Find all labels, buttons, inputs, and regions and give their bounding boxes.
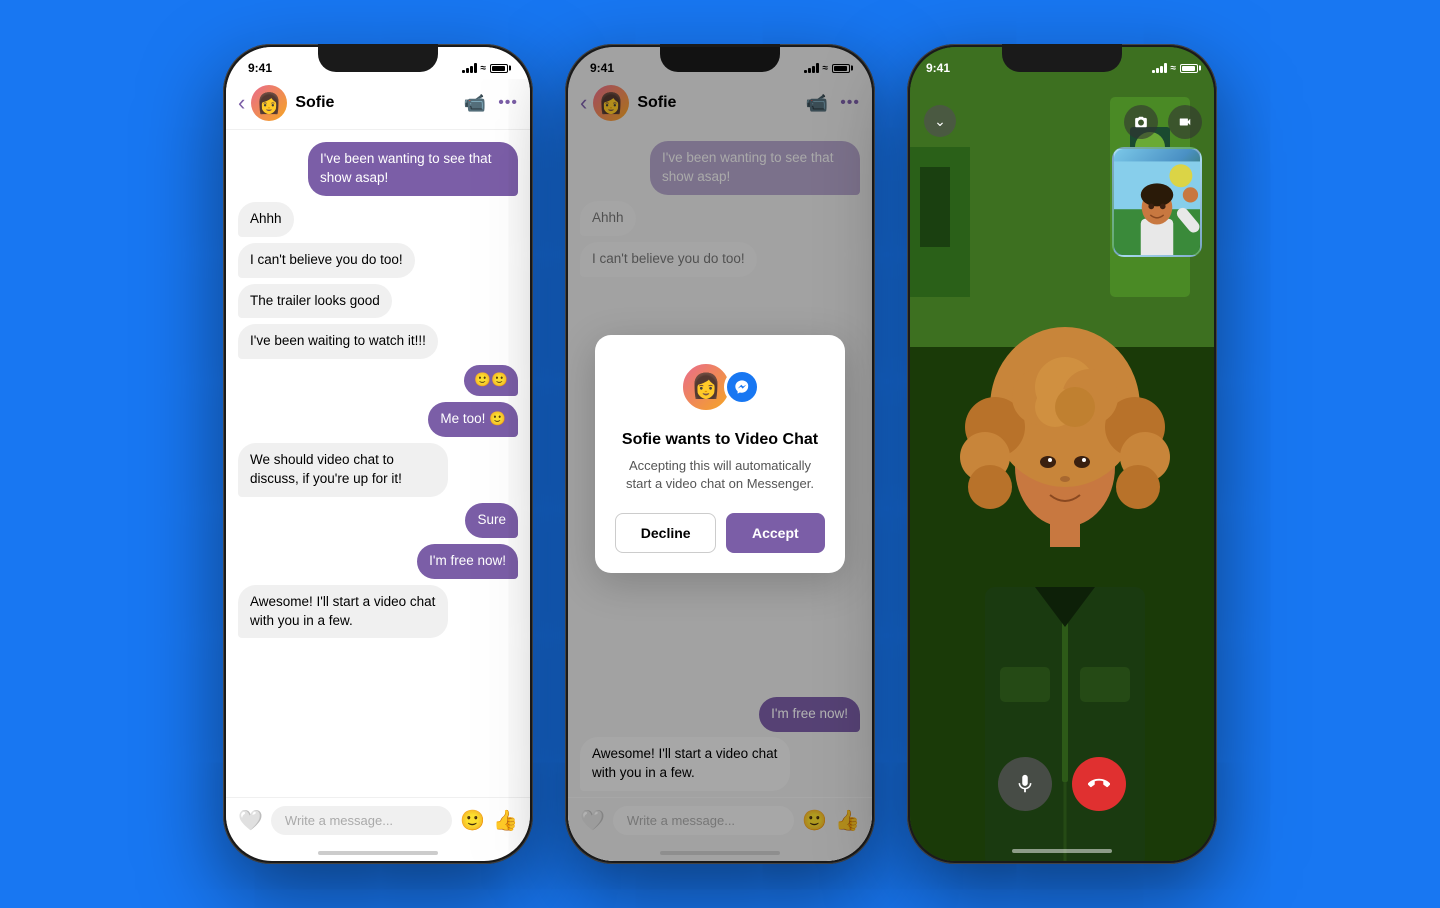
pip-person [1114, 149, 1200, 255]
contact-name-1: Sofie [295, 94, 463, 112]
msg-recv-3: The trailer looks good [238, 284, 392, 319]
mute-button[interactable] [998, 757, 1052, 811]
decline-button[interactable]: Decline [615, 513, 716, 553]
msg-sent-2: 🙂🙂 [464, 365, 518, 396]
video-button-call[interactable] [1168, 105, 1202, 139]
msg-sent-3: Me too! 🙂 [428, 402, 518, 437]
video-call-button-1[interactable]: 📹 [464, 93, 486, 114]
top-right-call-icons [1124, 105, 1202, 139]
status-icons-1: ≈ [462, 63, 509, 74]
msg-recv-2: I can't believe you do too! [238, 243, 415, 278]
battery-icon-3 [1180, 64, 1198, 73]
accept-button[interactable]: Accept [726, 513, 825, 553]
avatar-1: 👩 [251, 85, 287, 121]
time-1: 9:41 [248, 61, 272, 75]
msg-recv-1: Ahhh [238, 202, 294, 237]
modal-buttons: Decline Accept [615, 513, 824, 553]
phone-3: 9:41 ≈ ⌄ [907, 44, 1217, 864]
modal-title: Sofie wants to Video Chat [615, 431, 824, 449]
messenger-icon [724, 369, 760, 405]
message-input-1[interactable]: Write a message... [271, 806, 452, 835]
modal-overlay: 👩 Sofie wants to Video Chat Accepting th… [568, 47, 872, 861]
chat-header-1: ‹ 👩 Sofie 📹 ••• [226, 79, 530, 130]
messages-1: I've been wanting to see that show asap!… [226, 130, 530, 797]
modal-description: Accepting this will automatically start … [615, 457, 824, 493]
msg-sent-1: I've been wanting to see that show asap! [308, 142, 518, 196]
minimize-call-button[interactable]: ⌄ [924, 105, 956, 137]
end-call-button[interactable] [1072, 757, 1126, 811]
notch-1 [318, 44, 438, 72]
pip-window[interactable] [1112, 147, 1202, 257]
call-controls [910, 757, 1214, 811]
back-button-1[interactable]: ‹ [238, 90, 245, 116]
phone-1: 9:41 ≈ ‹ 👩 Sofie 📹 [223, 44, 533, 864]
emoji-icon-1[interactable]: 🙂 [460, 808, 485, 833]
phone-2: 9:41 ≈ ‹ 👩 Sofie 📹 [565, 44, 875, 864]
home-indicator-3 [1012, 849, 1112, 853]
time-3: 9:41 [926, 61, 950, 75]
more-options-button-1[interactable]: ••• [498, 94, 518, 112]
msg-recv-4: I've been waiting to watch it!!! [238, 324, 438, 359]
msg-recv-5: We should video chat to discuss, if you'… [238, 443, 448, 497]
like-icon-1[interactable]: 👍 [493, 808, 518, 833]
wifi-icon-3: ≈ [1171, 63, 1177, 74]
flip-camera-button[interactable] [1124, 105, 1158, 139]
msg-sent-4: Sure [465, 503, 518, 538]
msg-recv-6: Awesome! I'll start a video chat with yo… [238, 585, 448, 639]
video-chat-modal: 👩 Sofie wants to Video Chat Accepting th… [595, 335, 844, 573]
modal-avatars: 👩 [615, 359, 824, 415]
battery-icon-1 [490, 64, 508, 73]
status-bar-3: 9:41 ≈ [910, 47, 1214, 83]
header-icons-1: 📹 ••• [464, 93, 518, 114]
heart-icon-1[interactable]: 🤍 [238, 808, 263, 833]
status-icons-3: ≈ [1152, 63, 1199, 74]
input-bar-1: 🤍 Write a message... 🙂 👍 [226, 797, 530, 851]
msg-sent-5: I'm free now! [417, 544, 518, 579]
wifi-icon-1: ≈ [481, 63, 487, 74]
signal-icon-3 [1152, 63, 1167, 73]
signal-icon-1 [462, 63, 477, 73]
home-indicator-1 [318, 851, 438, 855]
